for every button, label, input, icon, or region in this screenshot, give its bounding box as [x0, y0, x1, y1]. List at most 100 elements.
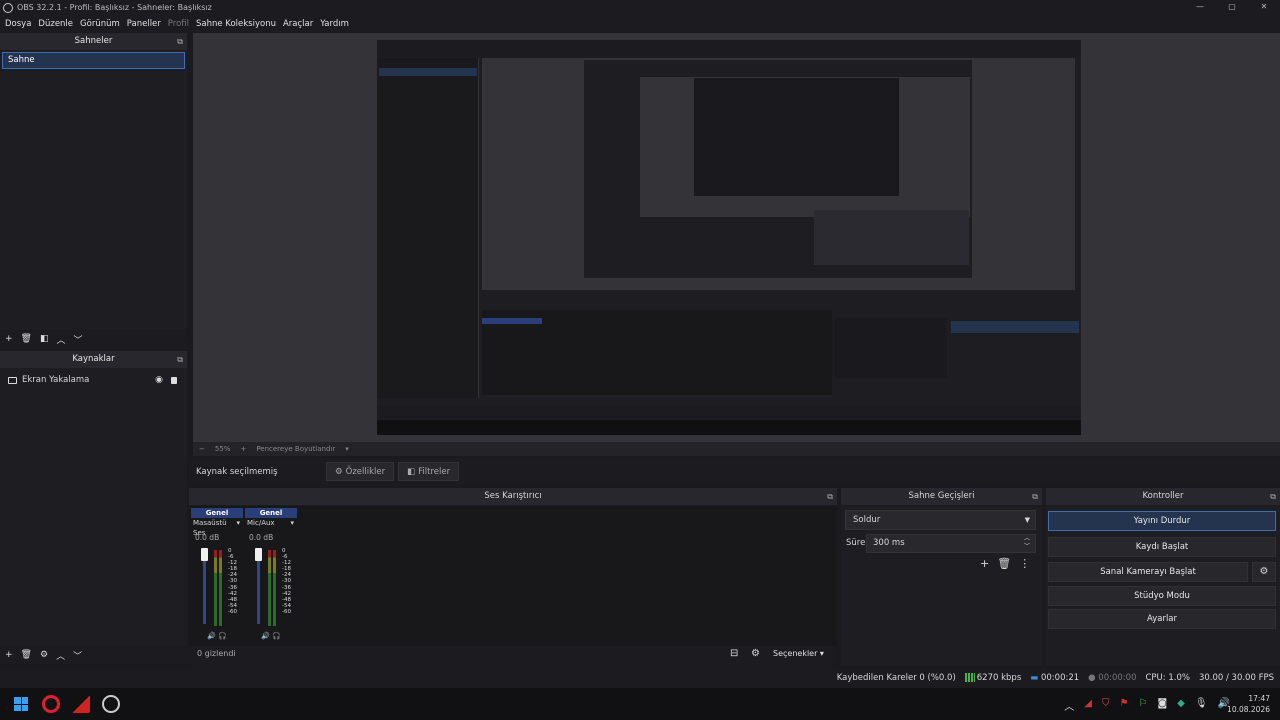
mixer-options-button[interactable]: Seçenekler ▾: [773, 649, 824, 658]
menu-docks[interactable]: Paneller: [127, 19, 161, 29]
duration-label: Süre: [846, 538, 866, 548]
trash-icon[interactable]: 🗑: [21, 650, 32, 660]
up-arrow-icon[interactable]: ︿: [57, 333, 66, 346]
settings-button[interactable]: Ayarlar: [1048, 609, 1276, 629]
tray-app-icon[interactable]: ⚑: [1120, 698, 1129, 713]
volume-slider[interactable]: [203, 550, 206, 624]
channel-name: Mic/Aux: [247, 519, 275, 527]
gear-icon[interactable]: ⚙: [40, 650, 48, 660]
channel-name-row[interactable]: Masaüstü Ses ▾: [191, 518, 243, 537]
source-item[interactable]: Ekran Yakalama ◉: [2, 372, 185, 388]
channel-icons: 🔊 🎧: [261, 632, 281, 640]
chevron-down-icon[interactable]: ▾: [290, 518, 294, 528]
opera-browser-icon[interactable]: [42, 695, 60, 713]
obs-taskbar-icon[interactable]: [102, 695, 120, 713]
minimize-button[interactable]: —: [1184, 0, 1216, 15]
fit-to-window-label[interactable]: Pencereye Boyutlandır: [256, 445, 335, 453]
headphones-icon[interactable]: 🎧: [218, 632, 227, 640]
down-arrow-icon[interactable]: ﹀: [74, 333, 83, 346]
chevron-down-icon[interactable]: ▾: [345, 445, 349, 453]
speaker-icon[interactable]: 🔊: [207, 632, 216, 640]
advanced-audio-icon[interactable]: ⚙: [751, 648, 760, 659]
scenes-title: Sahneler: [74, 36, 113, 46]
down-arrow-icon[interactable]: ﹀: [73, 649, 82, 662]
shield-icon[interactable]: ⛉: [1102, 698, 1110, 713]
app-icon[interactable]: [72, 695, 90, 713]
controls-title: Kontroller: [1142, 491, 1184, 501]
add-icon[interactable]: +: [980, 557, 989, 570]
stop-stream-button[interactable]: Yayını Durdur: [1048, 511, 1276, 531]
discord-icon[interactable]: ◙: [1157, 698, 1167, 713]
speaker-icon[interactable]: 🔊: [261, 632, 270, 640]
status-bar: Kaybedilen Kareler 0 (%0.0) 6270 kbps ▬ …: [0, 668, 1280, 688]
windows-start-icon[interactable]: [14, 697, 28, 711]
scene-item[interactable]: Sahne: [2, 52, 185, 69]
studio-mode-button[interactable]: Stüdyo Modu: [1048, 586, 1276, 606]
level-meter: [268, 550, 271, 626]
title-bar: OBS 32.2.1 - Profil: Başlıksız - Sahnele…: [0, 0, 1280, 15]
zoom-in-icon[interactable]: +: [240, 445, 246, 453]
gear-icon: ⚙: [335, 466, 343, 477]
menu-scene-collection[interactable]: Sahne Koleksiyonu: [196, 19, 276, 29]
filters-label: Filtreler: [418, 466, 451, 477]
channel-name-row[interactable]: Mic/Aux ▾: [245, 518, 297, 528]
clock[interactable]: 17:47 10.08.2026: [1227, 693, 1270, 715]
lock-icon[interactable]: [171, 376, 177, 384]
no-source-label: Kaynak seçilmemiş: [196, 466, 278, 477]
taskbar: ︿ ◢ ⛉ ⚑ ⚐ ◙ ◆ 🎙 🔊 17:47 10.08.2026: [0, 688, 1280, 720]
mixer-channel-desktop: Genel Masaüstü Ses ▾ 0.0 dB 0 -6 -12 -18 -24-…: [191, 508, 243, 645]
virtual-camera-settings-button[interactable]: ⚙: [1252, 562, 1276, 582]
close-button[interactable]: ✕: [1248, 0, 1280, 15]
filter-icon[interactable]: ◧: [40, 334, 49, 344]
layout-icon[interactable]: ⊟: [730, 648, 738, 659]
undock-icon[interactable]: ⧉: [827, 488, 833, 505]
eye-icon[interactable]: ◉: [155, 375, 163, 385]
trash-icon[interactable]: 🗑: [997, 557, 1011, 570]
trash-icon[interactable]: 🗑: [21, 334, 32, 344]
add-icon[interactable]: +: [5, 650, 13, 660]
scenes-dock-title: Sahneler ⧉: [0, 33, 187, 50]
menu-file[interactable]: Dosya: [5, 19, 31, 29]
filters-button[interactable]: ◧ Filtreler: [398, 462, 460, 481]
up-arrow-icon[interactable]: ︿: [56, 649, 65, 662]
zoom-out-icon[interactable]: −: [199, 445, 205, 453]
tray-app-icon[interactable]: ◢: [1084, 698, 1092, 713]
undock-icon[interactable]: ⧉: [1270, 488, 1276, 505]
preview-canvas[interactable]: [193, 33, 1280, 442]
volume-slider-handle[interactable]: [201, 548, 208, 561]
start-virtual-camera-button[interactable]: Sanal Kamerayı Başlat: [1048, 562, 1248, 582]
microphone-icon[interactable]: 🎙: [1195, 698, 1208, 713]
channel-volume: 0.0 dB: [249, 533, 274, 542]
menu-profile[interactable]: Profil: [168, 19, 189, 29]
channel-volume: 0.0 dB: [195, 533, 220, 542]
more-vertical-icon[interactable]: ⋮: [1019, 557, 1030, 570]
undock-icon[interactable]: ⧉: [177, 33, 183, 50]
chevron-down-icon[interactable]: ▾: [236, 518, 240, 528]
menu-help[interactable]: Yardım: [320, 19, 349, 29]
start-recording-button[interactable]: Kaydı Başlat: [1048, 537, 1276, 557]
record-icon: ●: [1088, 673, 1096, 683]
menu-view[interactable]: Görünüm: [80, 19, 120, 29]
tray-app-icon[interactable]: ⚐: [1138, 698, 1147, 713]
clock-date: 10.08.2026: [1227, 705, 1270, 714]
tray-app-icon[interactable]: ◆: [1177, 698, 1185, 713]
bitrate-indicator: 6270 kbps: [964, 673, 1021, 683]
properties-button[interactable]: ⚙ Özellikler: [326, 462, 395, 481]
menu-edit[interactable]: Düzenle: [38, 19, 73, 29]
gear-icon: ⚙: [1259, 566, 1269, 577]
duration-input[interactable]: 300 ms ︿ ﹀: [866, 534, 1036, 553]
undock-icon[interactable]: ⧉: [177, 351, 183, 368]
volume-slider[interactable]: [257, 550, 260, 624]
transition-select[interactable]: Soldur ▼: [845, 510, 1036, 530]
undock-icon[interactable]: ⧉: [1032, 488, 1038, 505]
menu-tools[interactable]: Araçlar: [283, 19, 313, 29]
transitions-body: [841, 506, 1042, 666]
level-meter: [219, 550, 222, 626]
maximize-button[interactable]: ▢: [1216, 0, 1248, 15]
menu-bar: Dosya Düzenle Görünüm Paneller Profil Sa…: [0, 15, 1280, 32]
headphones-icon[interactable]: 🎧: [272, 632, 281, 640]
volume-slider-handle[interactable]: [255, 548, 262, 561]
add-icon[interactable]: +: [5, 334, 13, 344]
chevron-up-icon[interactable]: ︿: [1064, 698, 1074, 713]
spinner-icon[interactable]: ︿ ﹀: [1024, 535, 1030, 551]
